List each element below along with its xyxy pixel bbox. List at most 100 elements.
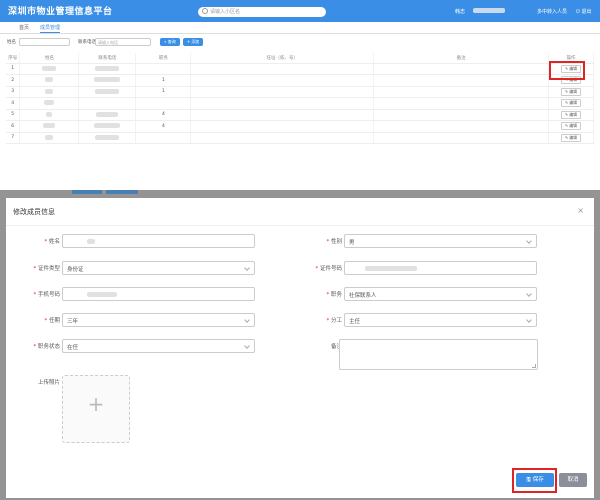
row-action: ✎ 编辑	[548, 97, 594, 110]
row-action: ✎ 编辑	[548, 132, 594, 144]
row-name	[19, 63, 80, 75]
term-select[interactable]: 三年	[62, 313, 255, 327]
division-label-text: 分工	[330, 318, 342, 324]
highlight-save-button	[512, 468, 557, 493]
row-no: 3	[6, 86, 21, 98]
overlay-button-shadow	[106, 190, 138, 194]
redacted-text	[95, 65, 120, 71]
row-name	[19, 74, 80, 87]
row-position: 4	[135, 109, 192, 121]
user-name-redacted	[473, 8, 505, 13]
row-no: 1	[6, 63, 21, 75]
redacted-text	[94, 123, 121, 129]
row-action: ✎ 编辑	[548, 86, 594, 98]
search-placeholder: 请输入小区名	[210, 9, 241, 15]
name-field-row: * 姓名	[6, 234, 296, 248]
division-value: 主任	[349, 319, 361, 325]
chevron-down-icon	[526, 317, 532, 323]
idno-label: * 证件号码	[288, 264, 342, 272]
phone-filter-label: 联系电话	[78, 40, 96, 45]
gender-label-text: 性别	[330, 239, 342, 245]
row-phone	[78, 97, 137, 110]
query-button[interactable]: ⌕ 查询	[160, 38, 180, 46]
edit-button[interactable]: ✎ 编辑	[561, 110, 581, 119]
name-input[interactable]	[62, 234, 255, 248]
photo-label: 上传照片	[37, 380, 60, 386]
dialog-divider	[6, 225, 594, 226]
table-row: 6 4 ✎ 编辑	[6, 120, 594, 133]
resize-handle-icon[interactable]	[532, 364, 536, 368]
gender-label: * 性别	[288, 237, 342, 245]
row-phone	[78, 63, 137, 75]
status-label: * 职务状态	[6, 342, 60, 350]
gender-select[interactable]: 男	[344, 234, 537, 248]
edit-button[interactable]: ✎ 编辑	[561, 133, 581, 142]
row-address	[190, 63, 375, 75]
col-phone: 联系电话	[78, 53, 137, 64]
user-label[interactable]: 韩志	[455, 8, 465, 15]
edit-label: 编辑	[569, 100, 577, 106]
remark-textarea[interactable]	[339, 339, 538, 370]
close-icon[interactable]: ×	[577, 206, 584, 215]
row-remark	[373, 63, 549, 75]
idtype-field-row: * 证件类型 身份证	[6, 261, 296, 275]
status-label-text: 职务状态	[37, 344, 60, 350]
gender-field-row: * 性别 男	[288, 234, 578, 248]
photo-upload[interactable]: +	[62, 375, 130, 443]
status-select[interactable]: 在任	[62, 339, 255, 353]
row-address	[190, 74, 375, 87]
redacted-text	[45, 88, 54, 94]
row-no: 6	[6, 120, 21, 133]
status-value: 在任	[67, 345, 79, 351]
row-no: 5	[6, 109, 21, 121]
tab-home[interactable]: 首页	[19, 24, 29, 31]
add-label: 添加	[191, 39, 200, 44]
name-label-text: 姓名	[48, 239, 60, 245]
row-name	[19, 132, 80, 144]
term-label-text: 任期	[48, 318, 60, 324]
highlight-edit-button	[549, 61, 585, 80]
duty-label: * 职务	[288, 290, 342, 298]
chevron-down-icon	[526, 238, 532, 244]
col-name: 姓名	[19, 53, 80, 64]
chevron-down-icon	[526, 291, 532, 297]
division-select[interactable]: 主任	[344, 313, 537, 327]
table-row: 1 ✎ 编辑	[6, 63, 594, 75]
col-remark: 备注	[373, 53, 549, 64]
idtype-select[interactable]: 身份证	[62, 261, 255, 275]
switch-user-link[interactable]: 多中转入人员	[537, 8, 567, 15]
dialog-title: 修改成员信息	[13, 208, 55, 216]
table-row: 4 ✎ 编辑	[6, 97, 594, 110]
row-no: 2	[6, 74, 21, 87]
query-label: 查询	[167, 39, 176, 44]
edit-button[interactable]: ✎ 编辑	[561, 122, 581, 131]
edit-label: 编辑	[569, 88, 577, 94]
redacted-text	[96, 111, 119, 117]
edit-button[interactable]: ✎ 编辑	[561, 99, 581, 108]
name-filter-input[interactable]	[19, 38, 70, 46]
idno-field-row: * 证件号码	[288, 261, 578, 275]
idtype-value: 身份证	[67, 267, 84, 273]
tab-member-management[interactable]: 成员管理	[40, 24, 61, 33]
logout-link[interactable]: ⏻ 退出	[576, 8, 592, 15]
edit-button[interactable]: ✎ 编辑	[561, 87, 581, 96]
idno-input[interactable]	[344, 261, 537, 275]
cancel-button[interactable]: 取消	[559, 473, 587, 487]
add-button[interactable]: + 添加	[183, 38, 203, 46]
col-position: 职务	[135, 53, 192, 64]
redacted-text	[87, 239, 95, 244]
phone-input[interactable]	[62, 287, 255, 301]
table-row: 3 1 ✎ 编辑	[6, 86, 594, 98]
row-name	[19, 109, 80, 121]
phone-filter-input[interactable]: 请输入电话	[95, 38, 151, 46]
redacted-text	[95, 88, 120, 94]
duty-value: 社保联系人	[349, 293, 377, 299]
redacted-text	[94, 77, 121, 83]
redacted-text	[365, 266, 417, 271]
community-search[interactable]: 请输入小区名	[198, 7, 326, 17]
division-label: * 分工	[288, 316, 342, 324]
edit-label: 编辑	[569, 134, 577, 140]
row-action: ✎ 编辑	[548, 120, 594, 133]
duty-select[interactable]: 社保联系人	[344, 287, 537, 301]
tab-bar: 首页 成员管理	[0, 22, 600, 34]
